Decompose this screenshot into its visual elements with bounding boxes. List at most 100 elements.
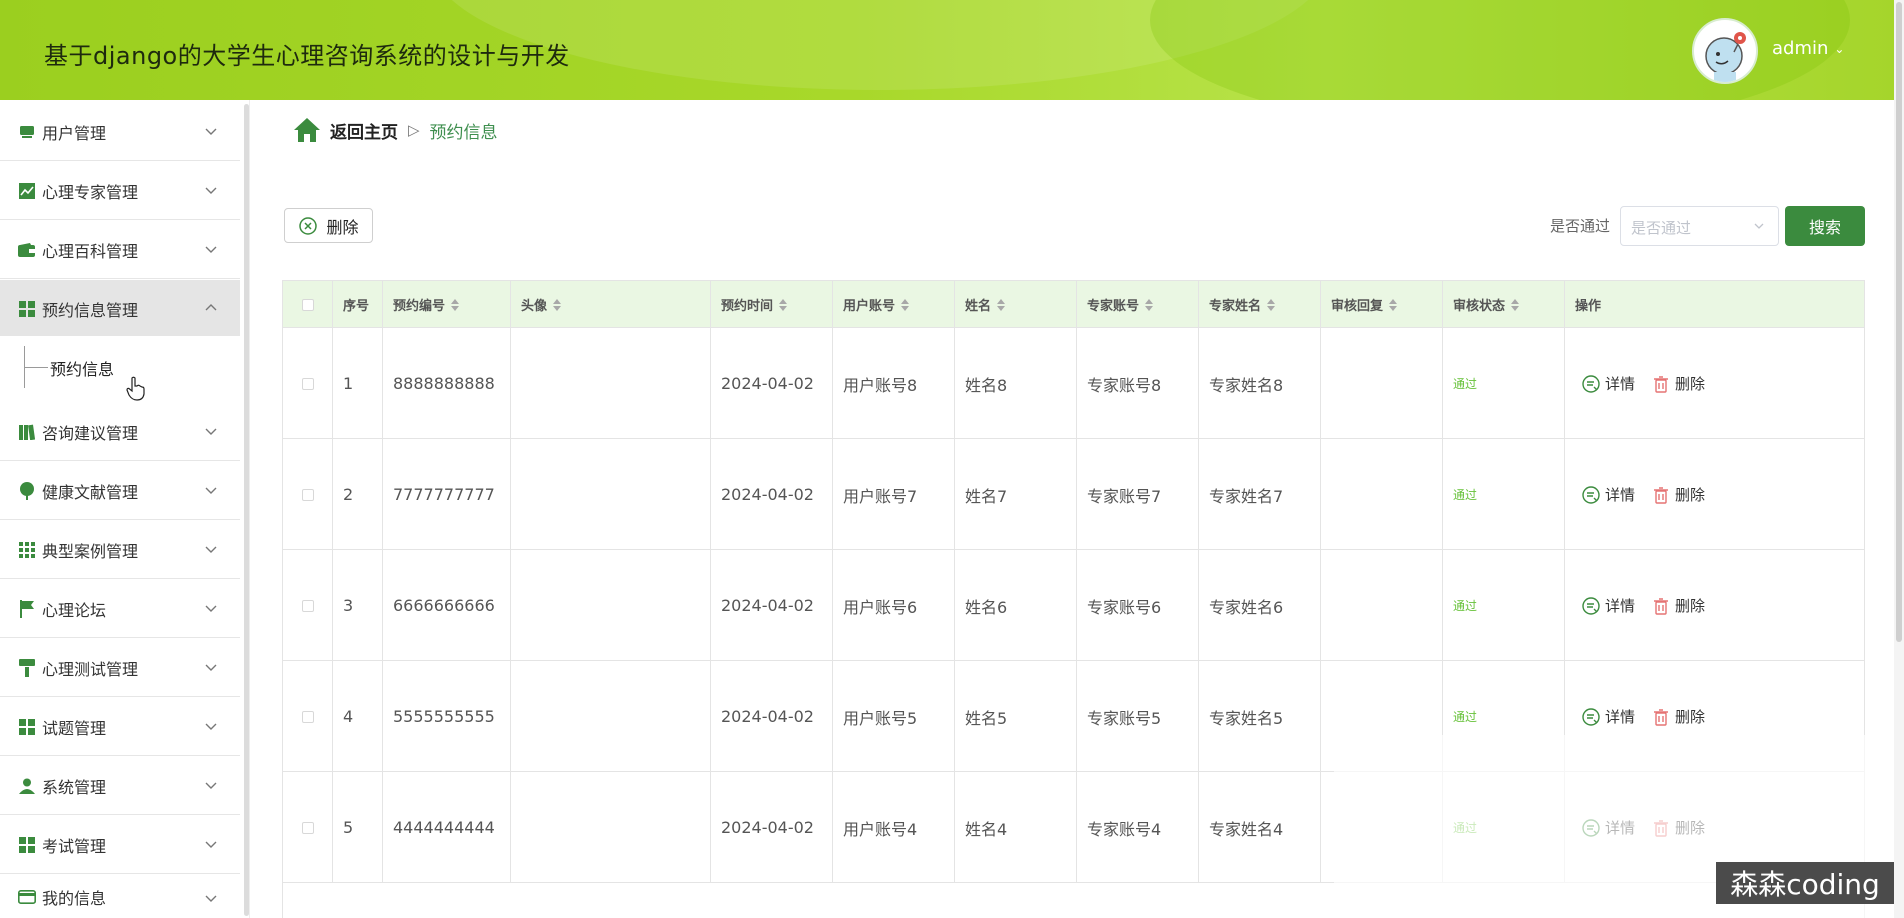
table-row[interactable]: 1 8888888888 2024-04-02 用户账号8 姓名8 专家账号8 … — [283, 328, 1864, 439]
sort-icon[interactable] — [451, 298, 460, 311]
detail-label: 详情 — [1605, 597, 1636, 615]
user-menu[interactable]: admin ⌄ — [1772, 38, 1844, 59]
detail-button[interactable]: 详情 — [1581, 706, 1635, 727]
select-all-checkbox[interactable] — [301, 298, 314, 311]
cell-user-account: 用户账号4 — [833, 772, 955, 883]
row-checkbox[interactable] — [301, 710, 314, 723]
delete-button[interactable]: 删除 — [1651, 373, 1705, 394]
tree-line — [24, 367, 48, 368]
app-title: 基于django的大学生心理咨询系统的设计与开发 — [44, 42, 570, 70]
sort-icon[interactable] — [997, 298, 1006, 311]
sidebar-item-encyclopedia-management[interactable]: 心理百科管理 — [0, 221, 240, 279]
table-row[interactable]: 2 7777777777 2024-04-02 用户账号7 姓名7 专家账号7 … — [283, 439, 1864, 550]
cell-time: 2024-04-02 — [711, 772, 833, 883]
sidebar-item-case-management[interactable]: 典型案例管理 — [0, 521, 240, 579]
detail-icon — [1582, 485, 1600, 504]
column-header-expert-account[interactable]: 专家账号 — [1077, 281, 1199, 328]
user-card-icon — [18, 123, 36, 141]
hand-cursor-icon — [126, 376, 145, 401]
delete-label: 删除 — [1675, 486, 1706, 504]
column-header-actions: 操作 — [1565, 281, 1864, 328]
row-checkbox[interactable] — [301, 599, 314, 612]
scrollbar-thumb[interactable] — [1896, 2, 1902, 642]
sidebar-item-literature-management[interactable]: 健康文献管理 — [0, 462, 240, 520]
cell-expert-name: 专家姓名7 — [1199, 439, 1321, 550]
batch-delete-button[interactable]: 删除 — [284, 208, 373, 243]
sidebar-item-test-management[interactable]: 心理测试管理 — [0, 639, 240, 697]
chevron-down-icon — [205, 895, 217, 902]
search-button[interactable]: 搜索 — [1785, 206, 1865, 246]
sort-icon[interactable] — [779, 298, 788, 311]
row-select-cell[interactable] — [283, 550, 333, 661]
column-header-reply[interactable]: 审核回复 — [1321, 281, 1443, 328]
column-header-name[interactable]: 姓名 — [955, 281, 1077, 328]
delete-label: 删除 — [1675, 597, 1706, 615]
sort-icon[interactable] — [1389, 298, 1398, 311]
breadcrumb-separator: ▷ — [408, 121, 420, 139]
sidebar-item-my-info[interactable]: 我的信息 — [0, 875, 240, 918]
chevron-down-icon — [1754, 223, 1764, 229]
sort-icon[interactable] — [1267, 298, 1276, 311]
column-header-status[interactable]: 审核状态 — [1443, 281, 1565, 328]
select-all-cell[interactable] — [283, 281, 333, 328]
delete-button[interactable]: 删除 — [1651, 706, 1705, 727]
delete-label: 删除 — [1675, 708, 1706, 726]
sidebar-item-expert-management[interactable]: 心理专家管理 — [0, 162, 240, 220]
row-select-cell[interactable] — [283, 439, 333, 550]
sidebar-item-question-management[interactable]: 试题管理 — [0, 698, 240, 756]
row-checkbox[interactable] — [301, 821, 314, 834]
sort-icon[interactable] — [901, 298, 910, 311]
sort-icon[interactable] — [1511, 298, 1520, 311]
chevron-down-icon — [205, 187, 217, 194]
row-checkbox[interactable] — [301, 488, 314, 501]
detail-button[interactable]: 详情 — [1581, 595, 1635, 616]
breadcrumb: 返回主页 ▷ 预约信息 — [292, 116, 498, 144]
row-select-cell[interactable] — [283, 772, 333, 883]
home-icon[interactable] — [292, 116, 322, 144]
delete-button[interactable]: 删除 — [1651, 595, 1705, 616]
column-header-avatar[interactable]: 头像 — [511, 281, 711, 328]
table-row[interactable]: 3 6666666666 2024-04-02 用户账号6 姓名6 专家账号6 … — [283, 550, 1864, 661]
sidebar-item-booking-management[interactable]: 预约信息管理 — [0, 280, 240, 338]
delete-button[interactable]: 删除 — [1651, 484, 1705, 505]
sidebar-item-consult-management[interactable]: 咨询建议管理 — [0, 403, 240, 461]
sidebar-scrollbar[interactable] — [244, 104, 249, 916]
breadcrumb-home-link[interactable]: 返回主页 — [330, 118, 398, 143]
column-header-expert-name[interactable]: 专家姓名 — [1199, 281, 1321, 328]
sort-icon[interactable] — [553, 298, 562, 311]
column-header-time[interactable]: 预约时间 — [711, 281, 833, 328]
delete-label: 删除 — [1675, 375, 1706, 393]
cell-index: 2 — [333, 439, 383, 550]
submenu-booking-info[interactable]: 预约信息 — [0, 336, 240, 398]
chevron-down-icon — [205, 605, 217, 612]
cell-status: 通过 — [1443, 328, 1565, 439]
sort-icon[interactable] — [1145, 298, 1154, 311]
sidebar-item-user-management[interactable]: 用户管理 — [0, 103, 240, 161]
trash-icon — [1654, 708, 1669, 726]
header-label: 预约时间 — [721, 299, 774, 314]
user-avatar[interactable] — [1692, 18, 1758, 84]
row-select-cell[interactable] — [283, 661, 333, 772]
page-scrollbar[interactable] — [1894, 0, 1904, 918]
header-label: 序号 — [343, 299, 370, 314]
books-icon — [18, 423, 36, 441]
detail-button[interactable]: 详情 — [1581, 484, 1635, 505]
sidebar-item-system-management[interactable]: 系统管理 — [0, 757, 240, 815]
detail-button[interactable]: 详情 — [1581, 373, 1635, 394]
column-header-booking-no[interactable]: 预约编号 — [383, 281, 511, 328]
row-select-cell[interactable] — [283, 328, 333, 439]
chevron-down-icon — [205, 128, 217, 135]
row-checkbox[interactable] — [301, 377, 314, 390]
username: admin — [1772, 38, 1829, 59]
sidebar-item-exam-management[interactable]: 考试管理 — [0, 816, 240, 874]
cell-time: 2024-04-02 — [711, 439, 833, 550]
column-header-index: 序号 — [333, 281, 383, 328]
cell-name: 姓名7 — [955, 439, 1077, 550]
chevron-down-icon — [205, 664, 217, 671]
detail-label: 详情 — [1605, 375, 1636, 393]
sidebar-item-forum[interactable]: 心理论坛 — [0, 580, 240, 638]
approval-filter-select[interactable]: 是否通过 — [1620, 206, 1779, 246]
person-icon — [18, 777, 36, 795]
cell-reply — [1321, 550, 1443, 661]
column-header-user-account[interactable]: 用户账号 — [833, 281, 955, 328]
